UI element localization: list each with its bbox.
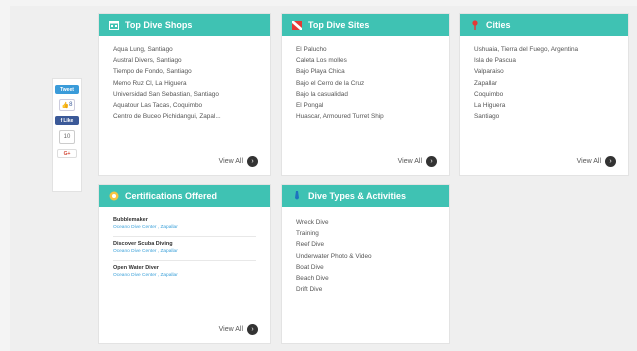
arrow-right-icon: › xyxy=(247,324,258,335)
thumbs-up-icon: 👍 xyxy=(61,102,70,109)
top-dive-sites-card: Top Dive Sites El Palucho Caleta Los moll… xyxy=(281,13,450,176)
top-dive-sites-header: Top Dive Sites xyxy=(282,14,449,36)
list-item[interactable]: Aquatour Las Tacas, Coquimbo xyxy=(113,100,256,111)
list-item[interactable]: Aqua Lung, Santiago xyxy=(113,44,256,55)
list-item[interactable]: El Pongal xyxy=(296,100,435,111)
top-dive-shops-card: Top Dive Shops Aqua Lung, Santiago Austra… xyxy=(98,13,271,176)
share-count: 10 xyxy=(59,130,75,144)
list-item[interactable]: Bajo la casualidad xyxy=(296,89,435,100)
certifications-header: Certifications Offered xyxy=(99,185,270,207)
dive-types-card: Dive Types & Activities Wreck Dive Traini… xyxy=(281,184,450,344)
list-item: Beach Dive xyxy=(296,275,329,283)
facebook-icon: f xyxy=(60,117,63,124)
list-item[interactable]: Huascar, Armoured Turret Ship xyxy=(296,111,435,122)
list-item[interactable]: Caleta Los molles xyxy=(296,55,435,66)
social-share-bar: Tweet 👍 8 f Like 10 G+ xyxy=(52,78,82,192)
top-dive-shops-header: Top Dive Shops xyxy=(99,14,270,36)
shops-view-all-link[interactable]: View All › xyxy=(219,156,258,167)
certification-title: Bubblemaker xyxy=(113,217,148,223)
certificate-badge-icon xyxy=(109,191,119,201)
certification-shop-links[interactable]: Oceano Dive Center , Zapallar xyxy=(113,273,256,278)
certification-entry: Open Water Diver Oceano Dive Center , Zap… xyxy=(113,261,256,284)
tweet-button[interactable]: Tweet xyxy=(55,85,79,94)
certifications-list: Bubblemaker Oceano Dive Center , Zapallar… xyxy=(99,207,270,284)
cities-header: Cities xyxy=(460,14,628,36)
list-item: Boat Dive xyxy=(296,263,324,271)
list-item[interactable]: Bajo el Cerro de la Cruz xyxy=(296,78,435,89)
cities-view-all-link[interactable]: View All › xyxy=(577,156,616,167)
list-item: Underwater Photo & Video xyxy=(296,252,372,260)
dive-flag-icon xyxy=(292,20,302,30)
dive-types-title: Dive Types & Activities xyxy=(308,191,407,201)
like-label: Like xyxy=(63,117,74,124)
certification-title: Open Water Diver xyxy=(113,265,159,271)
list-item[interactable]: Centro de Buceo Pichidangui, Zapal... xyxy=(113,111,256,122)
facebook-like-button[interactable]: f Like xyxy=(55,116,79,125)
top-dive-shops-list: Aqua Lung, Santiago Austral Divers, Santi… xyxy=(99,36,270,122)
shop-icon xyxy=(109,20,119,30)
google-plus-button[interactable]: G+ xyxy=(57,149,77,158)
certification-entry: Discover Scuba Diving Oceano Dive Center … xyxy=(113,237,256,261)
list-item[interactable]: Ushuaia, Tierra del Fuego, Argentina xyxy=(474,44,614,55)
certification-entry: Bubblemaker Oceano Dive Center , Zapallar xyxy=(113,213,256,237)
cities-card: Cities Ushuaia, Tierra del Fuego, Argent… xyxy=(459,13,629,176)
list-item[interactable]: La Higuera xyxy=(474,100,614,111)
fin-icon xyxy=(292,191,302,201)
list-item[interactable]: Bajo Playa Chica xyxy=(296,66,435,77)
list-item: Wreck Dive xyxy=(296,219,329,226)
list-item: Drift Dive xyxy=(296,286,323,294)
arrow-right-icon: › xyxy=(426,156,437,167)
certifications-title: Certifications Offered xyxy=(125,191,218,201)
list-item[interactable]: Valparaiso xyxy=(474,66,614,77)
top-dive-shops-title: Top Dive Shops xyxy=(125,20,193,30)
cities-list: Ushuaia, Tierra del Fuego, Argentina Isla… xyxy=(460,36,628,122)
list-item[interactable]: Austral Divers, Santiago xyxy=(113,55,256,66)
list-item[interactable]: Coquimbo xyxy=(474,89,614,100)
sites-view-all-link[interactable]: View All › xyxy=(398,156,437,167)
certification-shop-links[interactable]: Oceano Dive Center , Zapallar xyxy=(113,249,256,254)
list-item[interactable]: El Palucho xyxy=(296,44,435,55)
certification-shop-links[interactable]: Oceano Dive Center , Zapallar xyxy=(113,225,256,230)
view-all-label: View All xyxy=(218,326,243,333)
list-item[interactable]: Zapallar xyxy=(474,78,614,89)
list-item[interactable]: Santiago xyxy=(474,111,614,122)
certs-view-all-link[interactable]: View All › xyxy=(219,324,258,335)
view-all-label: View All xyxy=(218,158,243,165)
like-count-badge: 👍 8 xyxy=(59,99,75,111)
list-item: Training xyxy=(296,230,319,238)
list-item[interactable]: Tiempo de Fondo, Santiago xyxy=(113,66,256,77)
list-item[interactable]: Isla de Pascua xyxy=(474,55,614,66)
dive-types-list: Wreck Dive Training Reef Dive Underwater Ph… xyxy=(282,207,449,295)
certification-title: Discover Scuba Diving xyxy=(113,241,173,247)
top-dive-sites-list: El Palucho Caleta Los molles Bajo Playa Ch… xyxy=(282,36,449,122)
dive-types-header: Dive Types & Activities xyxy=(282,185,449,207)
list-item[interactable]: Universidad San Sebastian, Santiago xyxy=(113,89,256,100)
certifications-card: Certifications Offered Bubblemaker Oceano… xyxy=(98,184,271,344)
cities-title: Cities xyxy=(486,20,511,30)
arrow-right-icon: › xyxy=(605,156,616,167)
view-all-label: View All xyxy=(397,158,422,165)
top-dive-sites-title: Top Dive Sites xyxy=(308,20,370,30)
view-all-label: View All xyxy=(576,158,601,165)
map-pin-icon xyxy=(470,20,480,30)
list-item[interactable]: Memo Ruz Cl, La Higuera xyxy=(113,78,256,89)
like-count: 8 xyxy=(69,102,73,108)
list-item: Reef Dive xyxy=(296,241,325,249)
arrow-right-icon: › xyxy=(247,156,258,167)
